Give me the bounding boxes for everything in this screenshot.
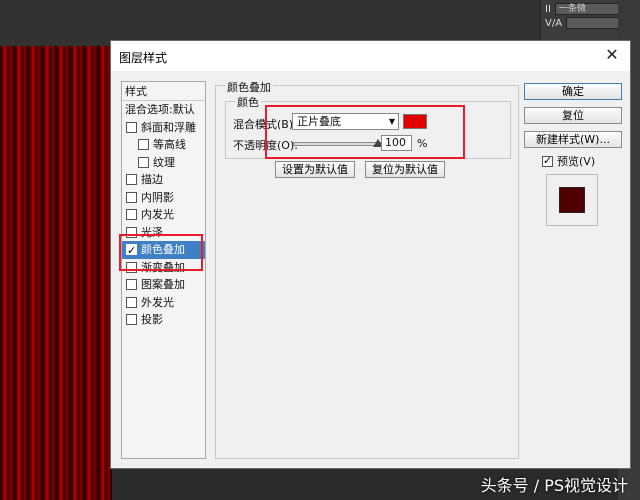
layer-style-dialog: 图层样式 ✕ 样式 混合选项:默认 斜面和浮雕 等高线 纹理 描边 内阴影 内发… <box>110 40 631 469</box>
group-title: 颜色叠加 <box>225 79 273 95</box>
checkbox[interactable] <box>138 139 149 151</box>
checkbox[interactable] <box>126 209 137 221</box>
dialog-title: 图层样式 <box>119 51 168 65</box>
style-item-drop-shadow[interactable]: 投影 <box>122 311 205 329</box>
dialog-titlebar: 图层样式 ✕ <box>111 41 630 71</box>
style-item-stroke[interactable]: 描边 <box>122 171 205 189</box>
style-item-label: 投影 <box>141 313 163 326</box>
style-item-label: 内发光 <box>141 208 174 221</box>
checkbox[interactable] <box>138 156 149 168</box>
style-item-label: 纹理 <box>153 155 175 169</box>
style-item-label: 内阴影 <box>141 190 174 204</box>
new-style-button[interactable]: 新建样式(W)... <box>524 131 622 148</box>
style-item-label: 图案叠加 <box>141 278 185 291</box>
style-item-inner-glow[interactable]: 内发光 <box>122 206 205 224</box>
style-item-label: 等高线 <box>153 138 186 151</box>
canvas-red-curtain <box>0 46 112 500</box>
annotation-box-settings <box>265 105 465 159</box>
style-item-bevel[interactable]: 斜面和浮雕 <box>122 119 205 137</box>
preview-checkbox[interactable] <box>542 154 553 167</box>
style-list-header[interactable]: 样式 <box>122 82 205 101</box>
preview-label: 预览(V) <box>557 155 596 168</box>
checkbox[interactable] <box>126 296 137 308</box>
style-item-label: 斜面和浮雕 <box>141 120 196 134</box>
checkbox[interactable] <box>126 121 137 133</box>
style-item-pattern-overlay[interactable]: 图案叠加 <box>122 276 205 294</box>
watermark-text: 头条号 / PS视觉设计 <box>480 476 628 495</box>
checkbox[interactable] <box>126 191 137 203</box>
reset-default-button[interactable]: 复位为默认值 <box>365 161 445 178</box>
style-item-texture[interactable]: 纹理 <box>122 154 205 172</box>
checkbox[interactable] <box>126 314 137 326</box>
panel-label-ii: II <box>545 3 551 15</box>
style-item-outer-glow[interactable]: 外发光 <box>122 294 205 312</box>
reset-button[interactable]: 复位 <box>524 107 622 124</box>
make-default-button[interactable]: 设置为默认值 <box>275 161 355 178</box>
blend-options-label: 混合选项:默认 <box>125 103 195 116</box>
style-item-contour[interactable]: 等高线 <box>122 136 205 154</box>
ok-button[interactable]: 确定 <box>524 83 622 100</box>
sub-group-title: 颜色 <box>235 94 261 110</box>
style-item-label: 描边 <box>141 173 163 186</box>
preview-toggle[interactable]: 预览(V) <box>542 153 595 169</box>
panel-label-va: V/A <box>545 17 563 29</box>
blend-options-item[interactable]: 混合选项:默认 <box>122 101 205 119</box>
checkbox[interactable] <box>126 279 137 291</box>
close-icon[interactable]: ✕ <box>602 45 622 65</box>
style-item-inner-shadow[interactable]: 内阴影 <box>122 189 205 207</box>
annotation-box-color-overlay <box>119 234 203 271</box>
style-preview <box>546 174 598 226</box>
checkbox[interactable] <box>126 174 137 186</box>
style-item-label: 外发光 <box>141 295 174 309</box>
panel-field[interactable]: 一条微 <box>554 3 621 15</box>
preview-swatch <box>559 187 585 213</box>
